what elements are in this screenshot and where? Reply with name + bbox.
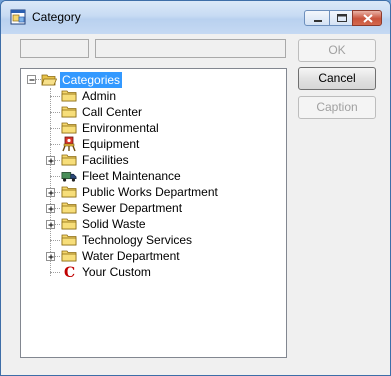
tree-node-label: Water Department [82, 249, 180, 263]
folder-icon [61, 122, 77, 134]
close-icon [363, 14, 373, 23]
tree-connector [50, 176, 60, 177]
plus-icon [48, 222, 54, 228]
tree-node-label: Equipment [82, 137, 140, 151]
tree-connector [50, 240, 60, 241]
tree-node-label: Fleet Maintenance [82, 169, 181, 183]
expand-toggle[interactable] [46, 252, 55, 261]
tree-connector [50, 88, 51, 276]
minus-icon [29, 79, 35, 81]
category-tree[interactable]: Categories Admin Call Center Environmental… [20, 68, 287, 358]
tree-connector [50, 112, 60, 113]
cancel-button[interactable]: Cancel [298, 67, 376, 90]
plus-icon [48, 190, 54, 196]
tree-node-label: Call Center [82, 105, 143, 119]
tree-node-label: Facilities [82, 153, 129, 167]
plus-icon [48, 206, 54, 212]
tree-node-label: Your Custom [82, 265, 151, 279]
tree-node-label: Technology Services [82, 233, 193, 247]
svg-text:C: C [64, 265, 75, 280]
maximize-button[interactable] [329, 10, 353, 26]
close-button[interactable] [352, 10, 382, 26]
equipment-icon [62, 136, 76, 152]
tree-node-label: Sewer Department [82, 201, 183, 215]
ok-button[interactable]: OK [298, 39, 376, 62]
title-bar[interactable]: Category [1, 1, 390, 34]
tree-node-label: Admin [82, 89, 117, 103]
minimize-icon [314, 20, 322, 22]
folder-icon [61, 106, 77, 118]
custom-c-icon: C [64, 265, 75, 280]
plus-icon [48, 254, 54, 260]
folder-icon [61, 250, 77, 262]
category-description-field[interactable] [95, 39, 286, 58]
caption-button[interactable]: Caption [298, 96, 376, 119]
tree-connector [50, 128, 60, 129]
truck-icon [61, 172, 77, 182]
tree-connector [50, 96, 60, 97]
plus-icon [48, 158, 54, 164]
maximize-icon [337, 14, 347, 22]
collapse-toggle[interactable] [27, 75, 36, 84]
folder-icon [61, 154, 77, 166]
expand-toggle[interactable] [46, 204, 55, 213]
folder-icon [61, 186, 77, 198]
category-dialog: Category OK Cancel Caption Categories Ad… [0, 0, 391, 376]
folder-icon [61, 218, 77, 230]
folder-icon [61, 202, 77, 214]
expand-toggle[interactable] [46, 156, 55, 165]
folder-open-icon [41, 74, 57, 86]
category-code-field[interactable] [20, 39, 89, 58]
tree-node-label: Public Works Department [82, 185, 218, 199]
tree-node-label: Categories [60, 72, 123, 88]
tree-connector [50, 144, 60, 145]
expand-toggle[interactable] [46, 188, 55, 197]
tree-node-label: Environmental [82, 121, 159, 135]
expand-toggle[interactable] [46, 220, 55, 229]
folder-icon [61, 234, 77, 246]
tree-connector [50, 272, 60, 273]
folder-icon [61, 90, 77, 102]
window-title: Category [32, 10, 81, 24]
tree-node-label: Solid Waste [82, 217, 146, 231]
app-window-icon [10, 9, 26, 25]
minimize-button[interactable] [304, 10, 330, 26]
